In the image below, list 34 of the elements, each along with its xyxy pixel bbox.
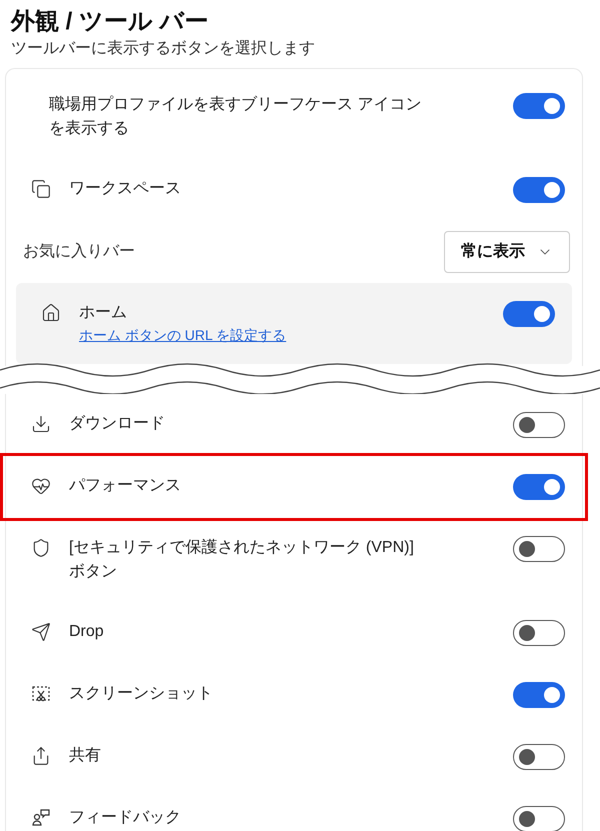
- row-label: Drop: [69, 622, 104, 642]
- toggle-switch[interactable]: [513, 93, 565, 119]
- share-icon: [31, 746, 51, 766]
- toggle-switch[interactable]: [513, 536, 565, 562]
- toggle-switch[interactable]: [513, 474, 565, 500]
- row-label: ダウンロード: [69, 414, 165, 434]
- dropdown[interactable]: 常に表示: [444, 231, 570, 273]
- workspaces-icon: [31, 179, 51, 199]
- toggle-switch[interactable]: [513, 682, 565, 708]
- page-title: 外観 / ツール バー: [11, 7, 210, 37]
- toggle-switch[interactable]: [513, 177, 565, 203]
- row-label: パフォーマンス: [69, 476, 181, 496]
- home-icon: [41, 303, 61, 323]
- row-label: 共有: [69, 746, 101, 766]
- page-subtitle: ツールバーに表示するボタンを選択します: [11, 38, 316, 59]
- send-icon: [31, 622, 51, 642]
- home-url-link[interactable]: ホーム ボタンの URL を設定する: [79, 325, 286, 346]
- toggle-switch[interactable]: [503, 301, 555, 327]
- row-label: ホーム: [79, 303, 128, 323]
- screenshot-icon: [31, 684, 51, 704]
- row-label: [セキュリティで保護されたネットワーク (VPN)] ボタン: [69, 538, 415, 582]
- row-label: ワークスペース: [69, 179, 181, 199]
- row-label: スクリーンショット: [69, 684, 213, 704]
- toggle-switch[interactable]: [513, 412, 565, 438]
- feedback-icon: [31, 808, 51, 828]
- toggle-switch[interactable]: [513, 744, 565, 770]
- shield-icon: [31, 538, 51, 558]
- heart-pulse-icon: [31, 476, 51, 496]
- toggle-switch[interactable]: [513, 620, 565, 646]
- row-label: お気に入りバー: [23, 242, 135, 262]
- download-icon: [31, 414, 51, 434]
- row-label: 職場用プロファイルを表すブリーフケース アイコンを表示する: [49, 94, 422, 139]
- row-label: フィードバック: [69, 808, 181, 828]
- toggle-switch[interactable]: [513, 806, 565, 831]
